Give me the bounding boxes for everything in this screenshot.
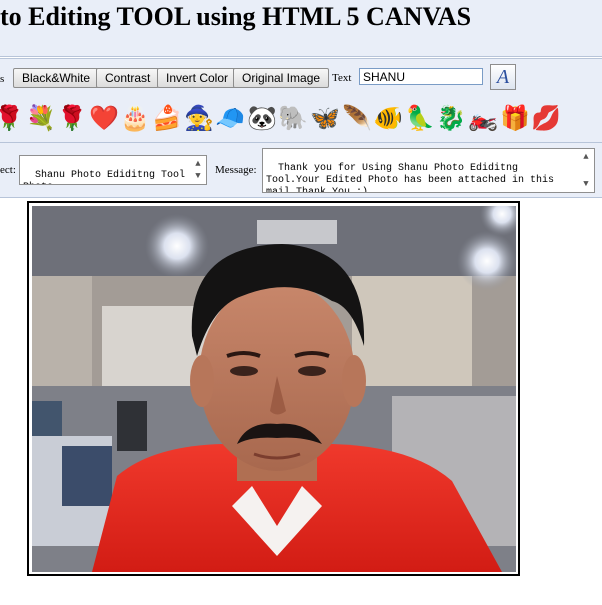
cap-icon[interactable]: 🧢 [215, 104, 245, 134]
scroll-down-icon[interactable]: ▼ [583, 178, 588, 190]
page-title: to Editing TOOL using HTML 5 CANVAS [0, 2, 472, 31]
flower-bouquet-icon[interactable]: 💐 [26, 104, 56, 134]
subject-scrollbar[interactable]: ▲ ▼ [192, 158, 204, 182]
edited-photo[interactable] [32, 206, 516, 572]
heart-icon[interactable]: ❤️ [89, 104, 119, 134]
panda-icon[interactable]: 🐼 [247, 104, 277, 134]
font-style-icon[interactable]: A [490, 64, 516, 90]
original-image-button[interactable]: Original Image [233, 68, 330, 88]
rose-icon[interactable]: 🌹 [0, 104, 24, 134]
message-scrollbar[interactable]: ▲ ▼ [580, 151, 592, 190]
butterfly-icon[interactable]: 🦋 [310, 104, 340, 134]
scroll-down-icon[interactable]: ▼ [195, 170, 200, 182]
fish-icon[interactable]: 🐠 [373, 104, 403, 134]
text-label: Text [332, 72, 352, 84]
cake-icon[interactable]: 🍰 [152, 104, 182, 134]
motorbike-icon[interactable]: 🏍️ [468, 104, 498, 134]
scroll-up-icon[interactable]: ▲ [583, 151, 588, 163]
subject-text: Shanu Photo Ediditng Tool Photo [23, 170, 186, 184]
scroll-up-icon[interactable]: ▲ [195, 158, 200, 170]
feather-icon[interactable]: 🪶 [342, 104, 372, 134]
elephant-icon[interactable]: 🐘 [278, 104, 308, 134]
message-label: Message: [215, 164, 257, 176]
title-bar: to Editing TOOL using HTML 5 CANVAS [0, 0, 602, 57]
text-input[interactable] [359, 68, 483, 85]
wizard-hat-icon[interactable]: 🧙 [184, 104, 214, 134]
gift-icon[interactable]: 🎁 [500, 104, 530, 134]
contrast-button[interactable]: Contrast [96, 68, 160, 88]
subject-label: ect: [0, 164, 16, 176]
toolbar-cut-label: s [0, 73, 5, 85]
dragon-icon[interactable]: 🐉 [436, 104, 466, 134]
message-field[interactable]: Thank you for Using Shanu Photo Ediditng… [262, 148, 595, 193]
subject-field[interactable]: Shanu Photo Ediditng Tool Photo ▲ ▼ [19, 155, 207, 185]
birthday-cake-icon[interactable]: 🎂 [120, 104, 150, 134]
parrot-icon[interactable]: 🦜 [405, 104, 435, 134]
black-white-button[interactable]: Black&White [13, 68, 100, 88]
invert-color-button[interactable]: Invert Color [157, 68, 238, 88]
lips-icon[interactable]: 💋 [531, 104, 561, 134]
photo-canvas[interactable] [27, 201, 520, 576]
red-rose-icon[interactable]: 🌹 [57, 104, 87, 134]
message-text: Thank you for Using Shanu Photo Ediditng… [266, 163, 561, 193]
